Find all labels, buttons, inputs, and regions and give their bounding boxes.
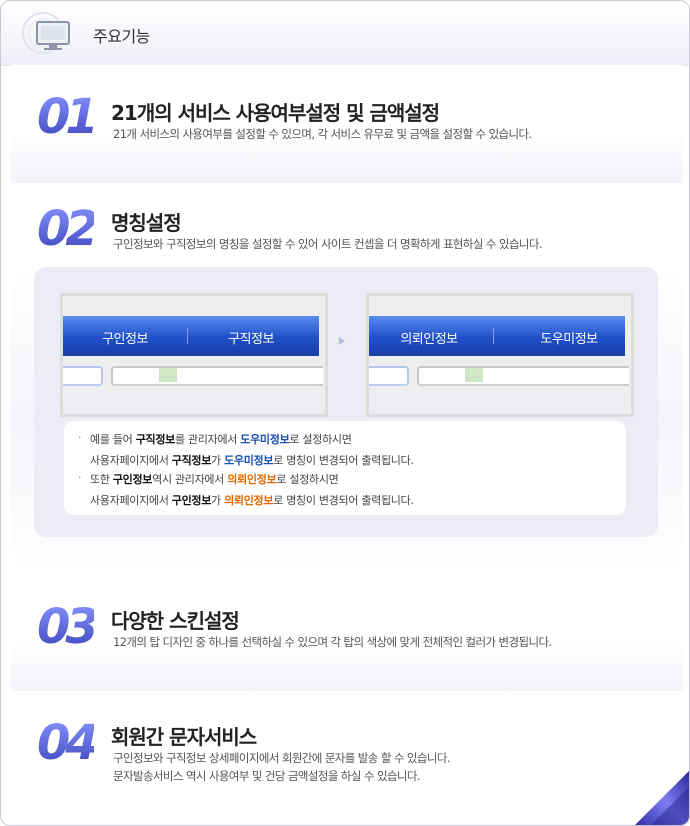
monitor-icon (22, 12, 70, 54)
feature-02-section: 02 명칭설정 구인정보와 구직정보의 명칭을 설정할 수 있어 사이트 컨셉을… (11, 183, 683, 577)
feature-number: 03 (37, 599, 99, 655)
note-line: 사용자페이지에서 구인정보가 의뢰인정보로 명칭이 변경되어 출력됩니다. (90, 494, 414, 507)
feature-title: 회원간 문자서비스 (111, 725, 257, 749)
arrow-right-icon (339, 337, 345, 345)
note-line: 예를 들어 구직정보를 관리자에서 도우미정보로 설정하시면 (90, 433, 352, 446)
name-setting-demo: 구인정보 구직정보 의뢰인정보 도우미정보 · 예를 들어 구직정보를 관리자에… (34, 267, 658, 537)
tab-bar: 구인정보 구직정보 (63, 316, 319, 356)
feature-description: 12개의 탑 디자인 중 하나를 선택하실 수 있으며 각 탑의 색상에 맞게 … (113, 635, 552, 649)
tab-bar: 의뢰인정보 도우미정보 (369, 316, 625, 356)
feature-title: 명칭설정 (111, 211, 182, 235)
panel-header: 주요기능 (1, 1, 689, 66)
feature-description: 구인정보와 구직정보의 명칭을 설정할 수 있어 사이트 컨셉을 더 명확하게 … (113, 237, 543, 251)
note-line: 사용자페이지에서 구직정보가 도우미정보로 명칭이 변경되어 출력됩니다. (90, 454, 414, 467)
tab-label: 구인정보 (102, 332, 148, 347)
feature-04-section: 04 회원간 문자서비스 구인정보와 구직정보 상세페이지에서 회원간에 문자를… (11, 691, 683, 825)
tab-label: 의뢰인정보 (400, 332, 458, 347)
example-notes: · 예를 들어 구직정보를 관리자에서 도우미정보로 설정하시면 사용자페이지에… (64, 421, 626, 515)
feature-description: 21개 서비스의 사용여부를 설정할 수 있으며, 각 서비스 유무료 및 금액… (113, 127, 532, 141)
feature-01-section: 01 21개의 서비스 사용여부설정 및 금액설정 21개 서비스의 사용여부를… (11, 65, 683, 183)
tab-label: 도우미정보 (540, 332, 598, 347)
note-line: 또한 구인정보역시 관리자에서 의뢰인정보로 설정하시면 (90, 473, 339, 486)
tab-label: 구직정보 (228, 332, 274, 347)
after-screenshot: 의뢰인정보 도우미정보 (366, 293, 634, 417)
feature-description: 문자발송서비스 역시 사용여부 및 건당 금액설정을 하실 수 있습니다. (113, 769, 421, 783)
feature-number: 02 (37, 201, 99, 257)
feature-number: 01 (37, 89, 99, 145)
corner-ribbon-icon (635, 771, 689, 825)
tab-divider (493, 328, 494, 344)
feature-number: 04 (37, 715, 99, 771)
bullet-icon: · (78, 471, 82, 484)
before-screenshot: 구인정보 구직정보 (60, 293, 328, 417)
fade-overlay (63, 380, 319, 414)
page-title: 주요기능 (93, 27, 150, 46)
fade-overlay (369, 380, 625, 414)
feature-title: 21개의 서비스 사용여부설정 및 금액설정 (111, 101, 440, 125)
tab-divider (187, 328, 188, 344)
feature-title: 다양한 스킨설정 (111, 609, 240, 633)
feature-description: 구인정보와 구직정보 상세페이지에서 회원간에 문자를 발송 할 수 있습니다. (113, 751, 450, 765)
bullet-icon: · (78, 431, 82, 444)
feature-03-section: 03 다양한 스킨설정 12개의 탑 디자인 중 하나를 선택하실 수 있으며 … (11, 577, 683, 691)
main-features-panel: 주요기능 01 21개의 서비스 사용여부설정 및 금액설정 21개 서비스의 … (0, 0, 690, 826)
